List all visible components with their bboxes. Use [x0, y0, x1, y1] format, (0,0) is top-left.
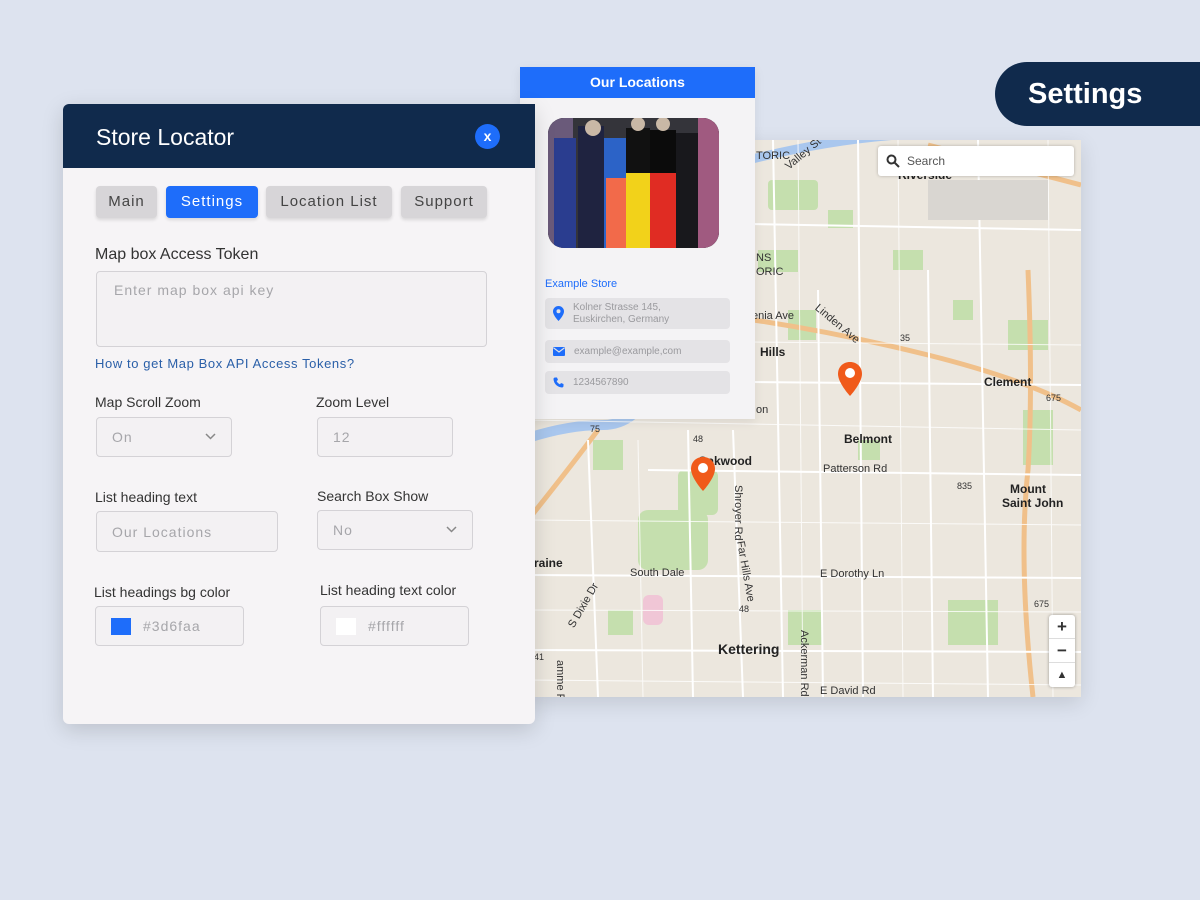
map-search-input[interactable]: Search: [878, 146, 1074, 176]
map-label-route-675a: 675: [1046, 393, 1062, 403]
map-label-e-david: E David Rd: [820, 685, 876, 697]
bg-color-value: #3d6faa: [143, 618, 201, 634]
map-label-south-dale: South Dale: [630, 567, 685, 579]
map-label-enia-ave: enia Ave: [752, 310, 795, 322]
dialog-header: Store Locator x: [63, 104, 535, 168]
text-color-label: List heading text color: [320, 582, 457, 598]
bg-color-input[interactable]: #3d6faa: [95, 606, 244, 646]
settings-badge-label: Settings: [1028, 78, 1143, 110]
zoom-level-input[interactable]: 12: [317, 417, 453, 457]
tab-location-list[interactable]: Location List: [266, 186, 392, 218]
map-label-route-48a: 48: [693, 434, 704, 444]
text-color-input[interactable]: #ffffff: [320, 606, 469, 646]
search-box-value: No: [333, 522, 353, 538]
map-label-ackerman: Ackerman Rd: [798, 630, 810, 697]
token-label: Map box Access Token: [95, 246, 259, 263]
scroll-zoom-label: Map Scroll Zoom: [95, 394, 201, 410]
store-address-row: Kolner Strasse 145, Euskirchen, Germany: [545, 298, 730, 329]
map-label-raine: raine: [534, 556, 563, 570]
phone-icon: [553, 377, 564, 388]
location-pin-icon[interactable]: [838, 362, 862, 396]
settings-badge: Settings: [995, 62, 1200, 126]
store-name[interactable]: Example Store: [545, 278, 617, 290]
zoom-out-button[interactable]: −: [1049, 639, 1075, 663]
search-box-label: Search Box Show: [317, 488, 429, 504]
map-label-hills: Hills: [760, 345, 786, 359]
token-help-link[interactable]: How to get Map Box API Access Tokens?: [95, 356, 355, 371]
scroll-zoom-value: On: [112, 429, 133, 445]
locations-card: Our Locations Example Store Kolner Stras…: [520, 67, 755, 419]
search-icon: [886, 154, 900, 168]
list-heading-value: Our Locations: [112, 524, 213, 540]
map-label-mount: Mount: [1010, 482, 1046, 496]
map-label-ns: NS: [756, 252, 772, 264]
map-label-patterson: Patterson Rd: [823, 463, 888, 475]
bg-color-swatch[interactable]: [111, 618, 131, 635]
map-label-route-835: 835: [957, 481, 973, 491]
map-label-amme-rd: amme Rd: [554, 660, 566, 697]
map-label-clement: Clement: [984, 375, 1032, 389]
map-label-belmont: Belmont: [844, 432, 892, 446]
map-label-shroyer: Shroyer Rd: [732, 485, 744, 541]
tab-support[interactable]: Support: [401, 186, 487, 218]
zoom-level-label: Zoom Level: [316, 394, 390, 410]
store-address: Kolner Strasse 145, Euskirchen, Germany: [573, 302, 669, 326]
list-heading-label: List heading text: [95, 489, 197, 505]
dialog-title: Store Locator: [96, 124, 235, 150]
search-box-select[interactable]: No: [317, 510, 473, 550]
store-phone[interactable]: 1234567890: [573, 377, 629, 389]
compass-icon[interactable]: ▲: [1049, 663, 1075, 687]
store-locator-dialog: Store Locator x Main Settings Location L…: [63, 104, 535, 724]
map-label-on: on: [756, 404, 769, 416]
email-icon: [553, 347, 565, 356]
map-label-kettering: Kettering: [718, 641, 780, 657]
map-label-route-48b: 48: [739, 604, 750, 614]
store-email-row: example@example,com: [545, 340, 730, 363]
map-label-toric: TORIC: [756, 150, 791, 162]
store-address-line2: Euskirchen, Germany: [573, 313, 670, 325]
zoom-level-value: 12: [333, 429, 351, 445]
chevron-down-icon: [446, 526, 457, 533]
map-label-route-35: 35: [900, 333, 911, 343]
store-address-line1: Kolner Strasse 145,: [573, 301, 661, 313]
tab-settings[interactable]: Settings: [166, 186, 258, 218]
text-color-value: #ffffff: [368, 618, 405, 634]
map-label-route-41: 41: [534, 652, 545, 662]
store-photo: [548, 118, 719, 248]
text-color-swatch[interactable]: [336, 618, 356, 635]
map-label-oric: ORIC: [756, 266, 784, 278]
zoom-in-button[interactable]: +: [1049, 615, 1075, 639]
map-label-route-75: 75: [590, 424, 601, 434]
token-placeholder: Enter map box api key: [114, 282, 275, 298]
map-label-route-675b: 675: [1034, 599, 1050, 609]
location-pin-icon[interactable]: [691, 457, 715, 491]
token-textarea[interactable]: Enter map box api key: [96, 271, 487, 347]
list-heading-input[interactable]: Our Locations: [96, 511, 278, 552]
map-label-saint-john: Saint John: [1002, 496, 1064, 510]
map-marker-icon: [553, 306, 564, 321]
map-label-e-dorothy: E Dorothy Ln: [820, 568, 885, 580]
chevron-down-icon: [205, 433, 216, 440]
store-photo-image: [548, 118, 719, 248]
map-search-placeholder: Search: [907, 154, 946, 168]
map-zoom-controls: + − ▲: [1049, 615, 1075, 687]
store-email[interactable]: example@example,com: [574, 346, 681, 358]
close-button[interactable]: x: [475, 124, 500, 149]
tab-main[interactable]: Main: [96, 186, 157, 218]
store-phone-row: 1234567890: [545, 371, 730, 394]
bg-color-label: List headings bg color: [94, 584, 231, 600]
scroll-zoom-select[interactable]: On: [96, 417, 232, 457]
locations-card-heading: Our Locations: [520, 67, 755, 98]
